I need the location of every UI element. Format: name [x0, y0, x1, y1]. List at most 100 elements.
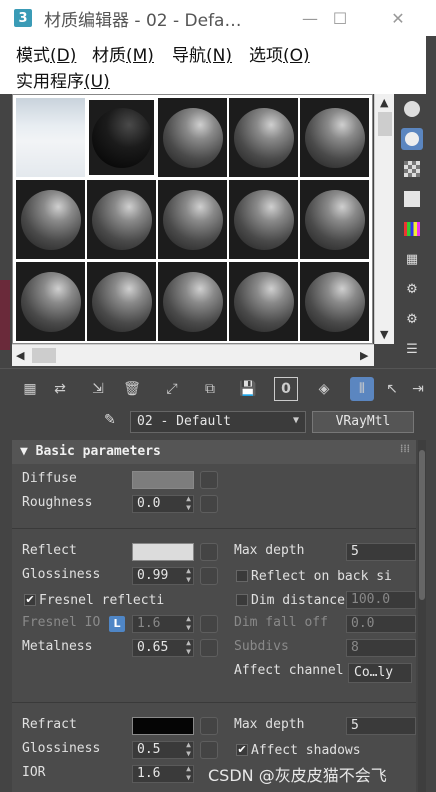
get-material-icon[interactable]: ▦: [18, 377, 42, 401]
delete-icon[interactable]: 🗑: [120, 377, 144, 401]
sample-slot-10[interactable]: [300, 180, 369, 259]
material-sphere: [20, 189, 81, 250]
go-forward-sibling-icon[interactable]: ⇥: [406, 377, 430, 401]
glossiness-reflect-label: Glossiness: [22, 567, 101, 582]
eyedropper-icon[interactable]: ✎: [104, 412, 124, 432]
reflect-on-back-checkbox[interactable]: [236, 570, 248, 582]
material-type-button[interactable]: VRayMtl: [312, 411, 414, 433]
refract-map-button[interactable]: [200, 717, 218, 735]
close-button[interactable]: ✕: [384, 4, 412, 32]
glossiness-reflect-spinner[interactable]: 0.99 ▲ ▼: [132, 566, 194, 585]
go-to-parent-icon[interactable]: ↖: [380, 377, 404, 401]
scroll-thumb[interactable]: [32, 348, 56, 363]
fresnel-ior-lock-button[interactable]: L: [109, 616, 125, 632]
material-sphere: [91, 271, 152, 332]
slots-vertical-scrollbar[interactable]: ▲ ▼: [374, 94, 394, 344]
glossiness-refract-label: Glossiness: [22, 741, 101, 756]
sample-slot-12[interactable]: [87, 262, 156, 341]
affect-shadows-checkbox[interactable]: ✔: [236, 744, 248, 756]
glossiness-refract-map-button[interactable]: [200, 741, 218, 759]
dim-falloff-field[interactable]: 0.0: [346, 615, 416, 633]
menu-utilities[interactable]: 实用程序(U): [16, 67, 110, 92]
roughness-spinner[interactable]: 0.0 ▲ ▼: [132, 494, 194, 513]
max-depth-refract-label: Max depth: [234, 717, 305, 732]
material-name-row: ✎ 02 - Default ▼ VRayMtl: [0, 408, 436, 436]
rollout-basic-parameters[interactable]: ▼ Basic parameters ⁞⁞⁞: [12, 440, 416, 464]
put-to-scene-icon[interactable]: ⇄: [48, 377, 72, 401]
sample-slots-grid: [12, 94, 373, 344]
background-checker-icon[interactable]: [401, 158, 423, 180]
material-sphere: [233, 107, 294, 168]
sample-slot-5[interactable]: [300, 98, 369, 177]
fresnel-ior-map-button[interactable]: [200, 615, 218, 633]
make-unique-icon[interactable]: ⤢: [160, 377, 184, 401]
sample-type-sphere-icon[interactable]: [401, 98, 423, 120]
glossiness-reflect-map-button[interactable]: [200, 567, 218, 585]
reflect-map-button[interactable]: [200, 543, 218, 561]
metalness-spinner[interactable]: 0.65 ▲ ▼: [132, 638, 194, 657]
video-color-check-icon[interactable]: [401, 218, 423, 240]
maximize-button[interactable]: ☐: [326, 4, 354, 32]
affect-shadows-label: Affect shadows: [251, 743, 361, 758]
scroll-thumb[interactable]: [378, 112, 392, 136]
panel-scrollbar[interactable]: [418, 440, 426, 792]
make-preview-icon[interactable]: ▦: [401, 248, 423, 270]
menu-material[interactable]: 材质(M): [92, 41, 154, 66]
diffuse-map-button[interactable]: [200, 471, 218, 489]
glossiness-refract-spinner[interactable]: 0.5 ▲ ▼: [132, 740, 194, 759]
max-depth-refract-field[interactable]: 5: [346, 717, 416, 735]
sample-slot-4[interactable]: [229, 98, 298, 177]
scroll-left-icon[interactable]: ◀: [16, 349, 24, 362]
backlight-icon[interactable]: [401, 128, 423, 150]
menu-options[interactable]: 选项(O): [249, 41, 310, 66]
roughness-map-button[interactable]: [200, 495, 218, 513]
show-end-result-icon[interactable]: ⫴: [350, 377, 374, 401]
scroll-right-icon[interactable]: ▶: [360, 349, 368, 362]
assign-to-selection-icon[interactable]: ⇲: [86, 377, 110, 401]
diffuse-color-swatch[interactable]: [132, 471, 194, 489]
show-shaded-material-icon[interactable]: ◈: [312, 377, 336, 401]
material-id-channel-icon[interactable]: 0: [274, 377, 298, 401]
scroll-up-icon[interactable]: ▲: [380, 96, 388, 109]
sample-slot-14[interactable]: [229, 262, 298, 341]
sample-slot-8[interactable]: [158, 180, 227, 259]
affect-channels-dropdown[interactable]: Co…ly: [348, 663, 412, 683]
menu-bar: 模式(D) 材质(M) 导航(N) 选项(O) 实用程序(U): [0, 36, 426, 94]
minimize-button[interactable]: —: [296, 4, 324, 32]
scroll-down-icon[interactable]: ▼: [380, 328, 388, 341]
menu-mode[interactable]: 模式(D): [16, 41, 76, 66]
put-to-library-icon[interactable]: ⧉: [198, 377, 222, 401]
slots-horizontal-scrollbar[interactable]: ◀ ▶: [12, 344, 374, 366]
sample-slot-13[interactable]: [158, 262, 227, 341]
refract-color-swatch[interactable]: [132, 717, 194, 735]
menu-navigation[interactable]: 导航(N): [172, 41, 232, 66]
select-by-material-icon[interactable]: ⚙: [401, 308, 423, 330]
material-map-navigator-icon[interactable]: ☰: [401, 338, 423, 360]
sample-uv-tiling-icon[interactable]: [401, 188, 423, 210]
max-depth-reflect-label: Max depth: [234, 543, 305, 558]
material-toolbar: ▦ ⇄ ⇲ 🗑 ⤢ ⧉ 💾 0 ◈ ⫴ ↖ ⇥: [0, 368, 436, 408]
sample-slot-3[interactable]: [158, 98, 227, 177]
material-name-field[interactable]: 02 - Default ▼: [130, 411, 306, 433]
dim-distance-field[interactable]: 100.0: [346, 591, 416, 609]
ior-label: IOR: [22, 765, 46, 780]
panel-scroll-thumb[interactable]: [419, 450, 425, 600]
subdivs-field[interactable]: 8: [346, 639, 416, 657]
sample-slot-7[interactable]: [87, 180, 156, 259]
metalness-map-button[interactable]: [200, 639, 218, 657]
dim-distance-checkbox[interactable]: [236, 594, 248, 606]
refract-label: Refract: [22, 717, 77, 732]
sample-slot-1[interactable]: [16, 98, 85, 177]
sample-slot-6[interactable]: [16, 180, 85, 259]
fresnel-checkbox[interactable]: ✔: [24, 594, 36, 606]
save-icon[interactable]: 💾: [236, 377, 260, 401]
max-depth-reflect-field[interactable]: 5: [346, 543, 416, 561]
sample-slot-2-selected[interactable]: [87, 98, 156, 177]
fresnel-ior-spinner[interactable]: 1.6 ▲ ▼: [132, 614, 194, 633]
sample-slot-11[interactable]: [16, 262, 85, 341]
ior-spinner[interactable]: 1.6 ▲ ▼: [132, 764, 194, 783]
sample-slot-9[interactable]: [229, 180, 298, 259]
sample-slot-15[interactable]: [300, 262, 369, 341]
reflect-color-swatch[interactable]: [132, 543, 194, 561]
options-icon[interactable]: ⚙: [401, 278, 423, 300]
